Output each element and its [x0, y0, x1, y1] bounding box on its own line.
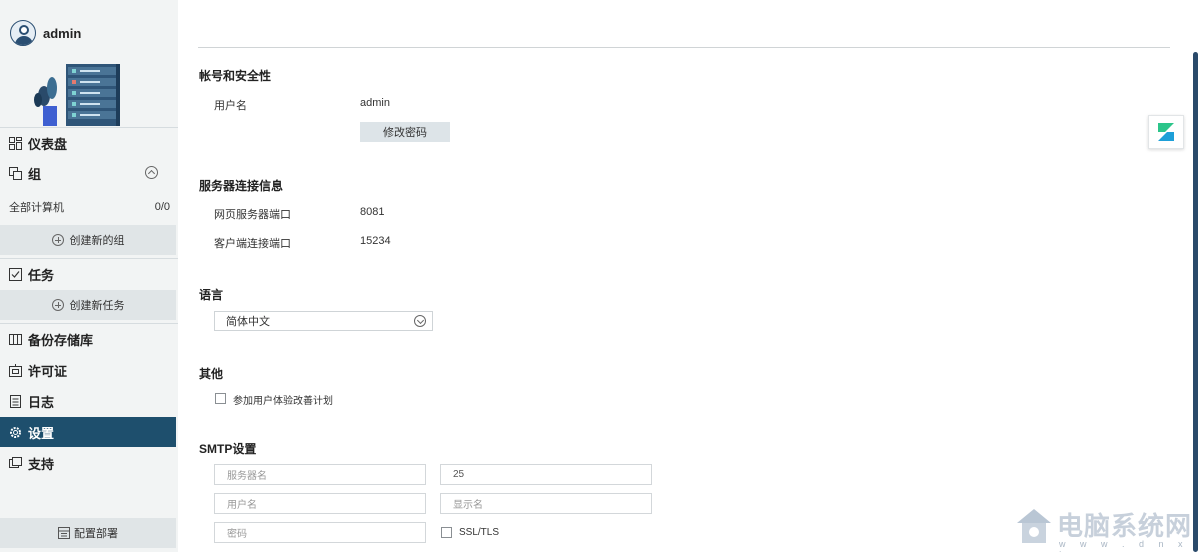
sidebar-item-label: 任务 — [28, 267, 55, 283]
create-group-button[interactable]: 创建新的组 — [0, 225, 176, 255]
smtp-port-input[interactable]: 25 — [440, 464, 652, 485]
collapse-icon[interactable] — [145, 166, 158, 179]
language-selected: 简体中文 — [226, 316, 270, 328]
web-port-label: 网页服务器端口 — [214, 209, 291, 221]
create-task-button[interactable]: 创建新任务 — [0, 290, 176, 320]
sidebar: admin 仪表盘 组 全部计算机 0/0 创建新的组 任务 创建新任务 备份存… — [0, 0, 178, 552]
sidebar-item-tasks[interactable]: 任务 — [0, 259, 178, 289]
client-port-value: 15234 — [360, 235, 391, 247]
smtp-server-placeholder: 服务器名 — [227, 471, 267, 482]
sidebar-item-groups[interactable]: 组 — [0, 158, 178, 188]
sidebar-item-label: 组 — [28, 166, 42, 182]
sidebar-item-backup-storage[interactable]: 备份存储库 — [0, 324, 178, 354]
scrollbar-thumb[interactable] — [1193, 52, 1198, 552]
create-task-label: 创建新任务 — [69, 300, 125, 312]
smtp-port-value: 25 — [453, 469, 465, 480]
chevron-down-icon — [414, 315, 426, 327]
sidebar-item-label: 仪表盘 — [28, 136, 68, 152]
sidebar-item-support[interactable]: 支持 — [0, 448, 178, 478]
dashboard-icon — [8, 136, 22, 150]
account-section-title: 帐号和安全性 — [199, 69, 272, 83]
sidebar-item-label: 设置 — [28, 425, 55, 441]
sidebar-item-settings[interactable]: 设置 — [0, 417, 176, 447]
language-select[interactable]: 简体中文 — [214, 311, 433, 331]
ssl-tls-checkbox[interactable] — [441, 527, 452, 538]
smtp-display-name-placeholder: 显示名 — [453, 500, 483, 511]
smtp-password-placeholder: 密码 — [227, 529, 247, 540]
username-value: admin — [360, 97, 390, 109]
sidebar-item-dashboard[interactable]: 仪表盘 — [0, 128, 178, 158]
server-section-title: 服务器连接信息 — [199, 179, 284, 193]
watermark: 电脑系统网 w w w . d n x t w . c o m — [1015, 503, 1195, 552]
all-computers-label: 全部计算机 — [9, 202, 64, 214]
ux-program-checkbox[interactable] — [215, 393, 226, 404]
groups-icon — [8, 166, 22, 180]
create-group-label: 创建新的组 — [69, 235, 125, 247]
deploy-icon — [58, 527, 70, 539]
sidebar-item-label: 许可证 — [28, 363, 68, 379]
watermark-url: w w w . d n x t w . c o m — [1059, 539, 1189, 552]
sidebar-item-logs[interactable]: 日志 — [0, 386, 178, 416]
ssl-tls-label: SSL/TLS — [459, 527, 500, 538]
helper-logo-icon — [1158, 123, 1174, 141]
watermark-text: 电脑系统网 — [1057, 512, 1193, 542]
support-icon — [8, 456, 22, 470]
other-section-title: 其他 — [199, 367, 224, 381]
sidebar-item-label: 日志 — [28, 394, 55, 410]
smtp-display-name-input[interactable]: 显示名 — [440, 493, 652, 514]
smtp-username-placeholder: 用户名 — [227, 500, 257, 511]
floating-helper-button[interactable] — [1148, 115, 1184, 149]
license-icon — [8, 363, 22, 377]
server-illustration — [34, 64, 120, 126]
tasks-icon — [8, 267, 22, 281]
username-label: 用户名 — [214, 100, 247, 112]
change-password-button[interactable]: 修改密码 — [360, 122, 450, 142]
all-computers-count: 0/0 — [154, 201, 170, 213]
client-port-label: 客户端连接端口 — [214, 238, 291, 250]
sidebar-item-label: 支持 — [28, 456, 55, 472]
avatar — [10, 20, 36, 46]
settings-panel: 帐号和安全性 用户名 admin 修改密码 服务器连接信息 网页服务器端口 80… — [178, 0, 1200, 552]
sidebar-item-label: 备份存储库 — [28, 332, 94, 348]
username: admin — [43, 25, 82, 41]
app-window: admin 仪表盘 组 全部计算机 0/0 创建新的组 任务 创建新任务 备份存… — [0, 0, 1200, 552]
language-section-title: 语言 — [199, 288, 224, 302]
smtp-password-input[interactable]: 密码 — [214, 522, 426, 543]
smtp-section-title: SMTP设置 — [199, 442, 257, 456]
header-divider — [198, 47, 1170, 48]
sidebar-item-license[interactable]: 许可证 — [0, 355, 178, 385]
ux-program-label: 参加用户体验改善计划 — [233, 396, 333, 407]
storage-icon — [8, 332, 22, 346]
smtp-server-input[interactable]: 服务器名 — [214, 464, 426, 485]
deploy-label: 配置部署 — [74, 528, 118, 540]
all-computers-row[interactable]: 全部计算机 0/0 — [0, 195, 178, 219]
smtp-username-input[interactable]: 用户名 — [214, 493, 426, 514]
deploy-button[interactable]: 配置部署 — [0, 518, 176, 548]
logs-icon — [8, 394, 22, 408]
gear-icon — [8, 425, 22, 439]
plus-circle-icon — [51, 299, 64, 311]
web-port-value: 8081 — [360, 206, 385, 218]
plus-circle-icon — [51, 234, 64, 246]
user-profile[interactable]: admin — [10, 20, 81, 46]
house-logo-icon — [1017, 509, 1051, 543]
